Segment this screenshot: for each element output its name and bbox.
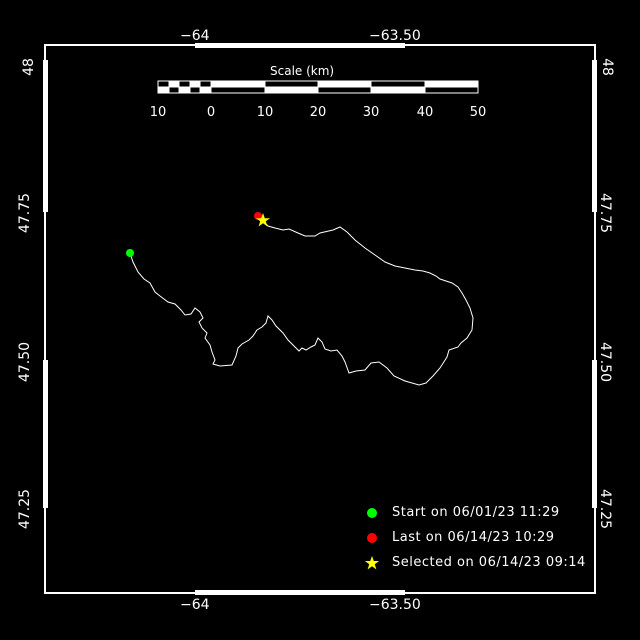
right-tick-lat-47-75: 47.75 <box>597 192 614 234</box>
circle-icon <box>367 532 377 543</box>
scale-tick: 50 <box>469 105 487 120</box>
top-tick-lon-64: −64 <box>180 28 210 44</box>
legend-item-last: Last on 06/14/23 10:29 <box>364 525 586 550</box>
legend-label-last: Last on 06/14/23 10:29 <box>392 530 555 545</box>
scale-tick: 30 <box>362 105 380 120</box>
top-tick-lon-63-50: −63.50 <box>369 28 421 44</box>
map-legend: Start on 06/01/23 11:29 Last on 06/14/23… <box>364 500 586 575</box>
bottom-tick-lon-63-50: −63.50 <box>369 597 421 613</box>
bottom-tick-lon-64: −64 <box>180 597 210 613</box>
drifter-track-line <box>129 215 474 386</box>
right-tick-lat-47-25: 47.25 <box>597 488 614 530</box>
scale-tick: 10 <box>256 105 274 120</box>
legend-item-selected: Selected on 06/14/23 09:14 <box>364 550 586 575</box>
left-tick-lat-48: 48 <box>20 58 37 76</box>
legend-item-start: Start on 06/01/23 11:29 <box>364 500 586 525</box>
legend-label-selected: Selected on 06/14/23 09:14 <box>392 555 586 570</box>
circle-icon <box>367 507 377 518</box>
start-marker <box>126 249 134 257</box>
left-tick-lat-47-50: 47.50 <box>17 341 34 383</box>
scale-tick: 20 <box>309 105 327 120</box>
scale-tick: 10 <box>149 105 167 120</box>
left-tick-lat-47-75: 47.75 <box>17 192 34 234</box>
right-tick-lat-47-50: 47.50 <box>597 341 614 383</box>
scale-tick: 40 <box>416 105 434 120</box>
scale-tick: 0 <box>206 105 216 120</box>
legend-label-start: Start on 06/01/23 11:29 <box>392 505 560 520</box>
left-tick-lat-47-25: 47.25 <box>17 488 34 530</box>
scale-bar <box>157 80 479 94</box>
scale-title: Scale (km) <box>270 64 335 78</box>
right-tick-lat-48: 48 <box>598 58 615 76</box>
star-icon <box>365 555 379 569</box>
